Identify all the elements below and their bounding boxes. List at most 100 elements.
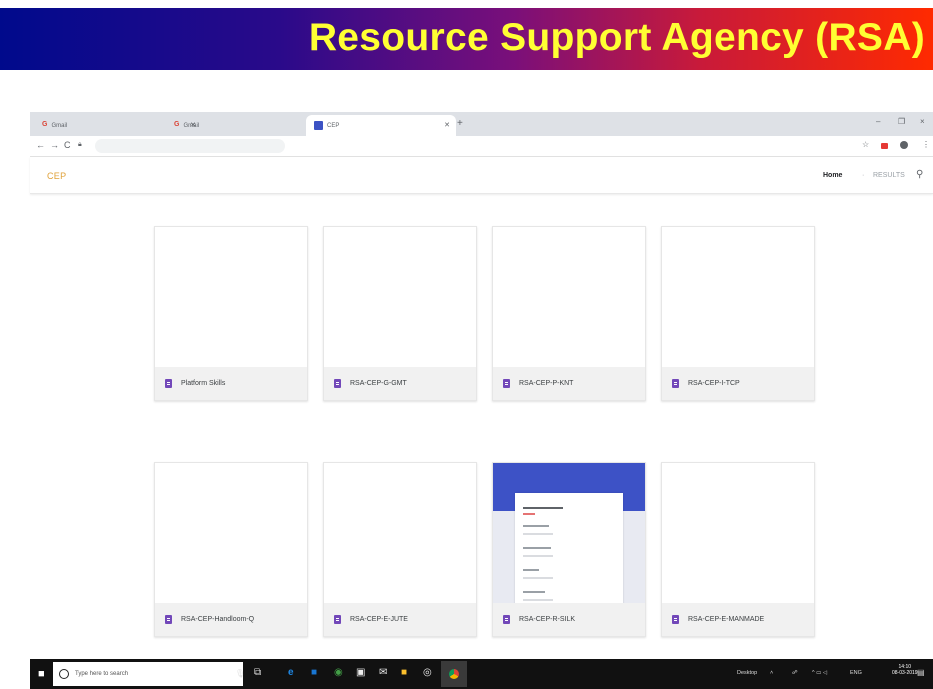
forms-doc-icon bbox=[503, 379, 510, 388]
star-icon[interactable]: ☆ bbox=[862, 140, 869, 149]
preview-line bbox=[523, 507, 563, 509]
app-icon[interactable]: ◉ bbox=[334, 667, 343, 678]
form-card[interactable]: RSA-CEP-E-JUTE bbox=[323, 462, 477, 637]
notifications-icon[interactable]: ▤ bbox=[917, 668, 925, 677]
form-card-footer: RSA-CEP-G-GMT bbox=[324, 367, 476, 400]
forms-doc-icon bbox=[672, 379, 679, 388]
form-card[interactable]: Platform Skills bbox=[154, 226, 308, 401]
tab-cep[interactable]: CEP ✕ bbox=[306, 115, 456, 136]
mail-icon[interactable]: ✉ bbox=[379, 667, 387, 678]
form-card-footer: RSA-CEP-E-JUTE bbox=[324, 603, 476, 636]
forms-doc-icon bbox=[165, 379, 172, 388]
search-icon[interactable]: ⚲ bbox=[916, 169, 923, 180]
forms-doc-icon bbox=[672, 615, 679, 624]
gmail-icon: G bbox=[174, 121, 180, 128]
form-thumbnail bbox=[324, 227, 476, 367]
chrome-icon[interactable] bbox=[441, 661, 467, 687]
form-card-footer: RSA-CEP-R-SILK bbox=[493, 603, 645, 636]
forward-button[interactable]: → bbox=[50, 140, 59, 150]
form-title: RSA-CEP-I-TCP bbox=[688, 380, 740, 387]
preview-line bbox=[523, 591, 545, 593]
preview-line bbox=[523, 525, 549, 527]
form-title: Platform Skills bbox=[181, 380, 226, 387]
folder-icon[interactable]: ■ bbox=[401, 667, 407, 678]
restore-button[interactable]: ❐ bbox=[898, 117, 905, 126]
people-icon[interactable]: ☍ bbox=[792, 670, 798, 676]
address-bar: ← → C 🔒︎ ☆ ⋮ bbox=[30, 136, 933, 157]
form-thumbnail bbox=[493, 227, 645, 367]
form-card[interactable]: RSA-CEP-G-GMT bbox=[323, 226, 477, 401]
store-icon[interactable]: ▣ bbox=[356, 667, 365, 678]
preview-line bbox=[523, 555, 553, 557]
form-card[interactable]: RSA-CEP-R-SILK bbox=[492, 462, 646, 637]
form-title: RSA-CEP-G-GMT bbox=[350, 380, 407, 387]
tab-label: Gmail bbox=[183, 122, 200, 129]
form-thumbnail bbox=[662, 463, 814, 603]
task-view-icon[interactable]: ⧉ bbox=[254, 667, 261, 678]
forms-doc-icon bbox=[334, 379, 341, 388]
form-thumbnail bbox=[155, 463, 307, 603]
back-button[interactable]: ← bbox=[36, 140, 45, 150]
form-title: RSA-CEP-E-JUTE bbox=[350, 616, 408, 623]
app-header: CEP Home · RESULTS ⚲ bbox=[30, 157, 933, 194]
taskbar: ■ Type here to search 🎙︎ ⧉ e ■ ◉ ▣ ✉ ■ ◎… bbox=[30, 659, 933, 689]
desktop-toolbar-label[interactable]: Desktop bbox=[737, 670, 757, 676]
forms-doc-icon bbox=[165, 615, 172, 624]
forms-doc-icon bbox=[503, 615, 510, 624]
forms-icon bbox=[314, 121, 323, 130]
new-tab-button[interactable]: + bbox=[457, 118, 463, 129]
system-tray-icons[interactable]: ^ ▭ ◁ bbox=[812, 670, 827, 676]
forms-doc-icon bbox=[334, 615, 341, 624]
nav-results-link[interactable]: RESULTS bbox=[873, 172, 905, 179]
gmail-icon: G bbox=[42, 121, 48, 128]
extension-icon[interactable] bbox=[881, 143, 888, 149]
slide-banner: Resource Support Agency (RSA) bbox=[0, 8, 933, 70]
cortana-icon bbox=[59, 669, 69, 679]
form-card-footer: RSA-CEP-I-TCP bbox=[662, 367, 814, 400]
language-indicator[interactable]: ENG bbox=[850, 670, 862, 676]
profile-icon[interactable] bbox=[900, 141, 908, 149]
close-tab-icon[interactable]: ✕ bbox=[444, 121, 450, 129]
tab-label: CEP bbox=[327, 122, 340, 129]
file-explorer-icon[interactable]: ■ bbox=[311, 667, 317, 678]
form-card-footer: RSA-CEP-Handloom-Q bbox=[155, 603, 307, 636]
slide-title: Resource Support Agency (RSA) bbox=[308, 16, 925, 59]
nav-home-link[interactable]: Home bbox=[823, 172, 842, 179]
tab-strip: G Gmail ✕ G Gmail ✕ CEP ✕ + – ❐ × bbox=[30, 112, 933, 136]
reload-button[interactable]: C bbox=[64, 140, 71, 150]
menu-icon[interactable]: ⋮ bbox=[922, 140, 930, 149]
preview-line bbox=[523, 513, 535, 515]
clock-date: 08-03-2019 bbox=[892, 670, 918, 676]
preview-line bbox=[523, 547, 551, 549]
form-title: RSA-CEP-R-SILK bbox=[519, 616, 576, 623]
settings-icon[interactable]: ◎ bbox=[423, 667, 432, 678]
windows-start-icon[interactable]: ■ bbox=[38, 668, 45, 680]
nav-separator: · bbox=[862, 172, 865, 179]
form-thumbnail bbox=[155, 227, 307, 367]
preview-line bbox=[523, 599, 553, 601]
taskbar-search-box[interactable]: Type here to search bbox=[53, 662, 243, 686]
form-card[interactable]: RSA-CEP-E-MANMADE bbox=[661, 462, 815, 637]
chevron-up-icon[interactable]: ˄ bbox=[770, 670, 773, 676]
form-preview-sheet bbox=[515, 493, 623, 603]
form-preview-thumbnail bbox=[493, 463, 645, 603]
form-card[interactable]: RSA-CEP-Handloom-Q bbox=[154, 462, 308, 637]
form-card-footer: Platform Skills bbox=[155, 367, 307, 400]
preview-line bbox=[523, 533, 553, 535]
url-input[interactable] bbox=[95, 139, 285, 153]
form-card[interactable]: RSA-CEP-P-KNT bbox=[492, 226, 646, 401]
edge-icon[interactable]: e bbox=[288, 667, 294, 678]
form-card-footer: RSA-CEP-E-MANMADE bbox=[662, 603, 814, 636]
close-window-button[interactable]: × bbox=[920, 117, 925, 126]
form-thumbnail bbox=[324, 463, 476, 603]
taskbar-search-placeholder: Type here to search bbox=[75, 671, 129, 677]
form-card[interactable]: RSA-CEP-I-TCP bbox=[661, 226, 815, 401]
taskbar-clock[interactable]: 14:10 08-03-2019 bbox=[892, 664, 918, 676]
brand-logo[interactable]: CEP bbox=[47, 171, 66, 181]
form-title: RSA-CEP-Handloom-Q bbox=[181, 616, 255, 623]
preview-line bbox=[523, 577, 553, 579]
form-card-footer: RSA-CEP-P-KNT bbox=[493, 367, 645, 400]
microphone-icon[interactable]: 🎙︎ bbox=[235, 669, 245, 678]
form-title: RSA-CEP-P-KNT bbox=[519, 380, 574, 387]
minimize-button[interactable]: – bbox=[876, 117, 880, 126]
